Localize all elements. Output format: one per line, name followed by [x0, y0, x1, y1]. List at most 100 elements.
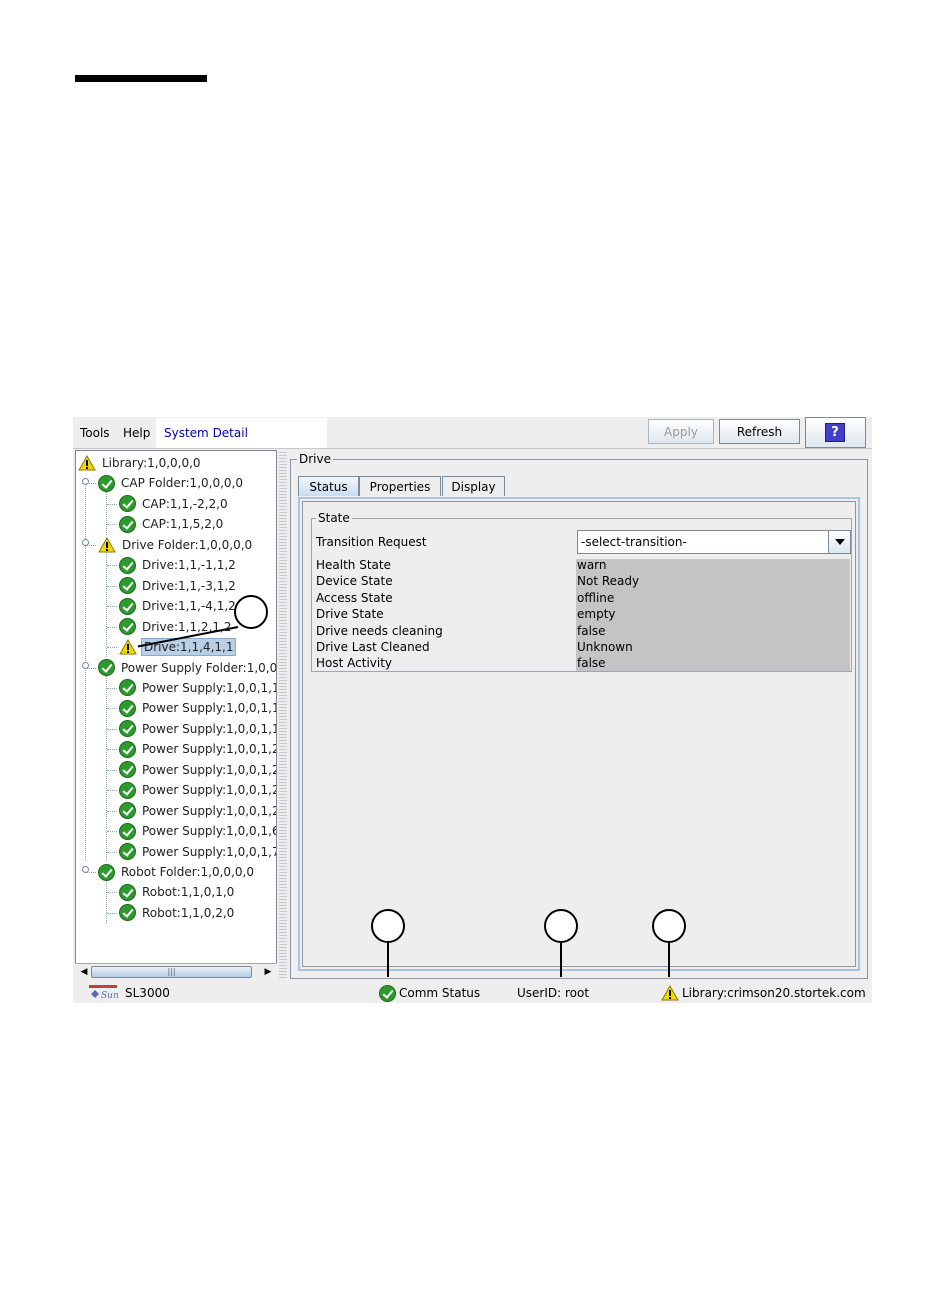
callout-3 [544, 909, 578, 943]
tree-node[interactable]: Power Supply:1,0,0,1,6 [107, 821, 277, 841]
ok-icon [98, 863, 115, 881]
tree-node-label: Robot:1,1,0,2,0 [142, 905, 235, 920]
status-bar: Sun SL3000 Comm Status UserID: root Libr… [73, 983, 872, 1003]
tree-node[interactable]: CAP Folder:1,0,0,0,0 [86, 473, 245, 493]
state-row-value: offline [577, 590, 615, 605]
tree-node[interactable]: Power Supply:1,0,0,1,24 [107, 760, 277, 780]
drive-panel: Drive Status Properties Display State Tr… [290, 452, 868, 979]
tree-node[interactable]: Power Supply:1,0,0,1,27 [107, 780, 277, 800]
chevron-down-icon[interactable] [828, 531, 850, 553]
tree-node-label: Power Supply Folder:1,0,0,0, [121, 660, 277, 675]
tree-node[interactable]: Drive:1,1,2,1,2 [107, 617, 233, 637]
state-row-value: false [577, 623, 606, 638]
callout-3-leader [560, 943, 562, 977]
state-row-label: Drive State [316, 607, 384, 622]
tree-node-label: Power Supply:1,0,0,1,24 [142, 762, 277, 777]
tree-node[interactable]: CAP:1,1,5,2,0 [107, 514, 225, 534]
app-window: Tools Help System Detail Apply Refresh ?… [73, 417, 872, 1003]
comm-status[interactable]: Comm Status [399, 986, 480, 1000]
tree-node-label: CAP:1,1,-2,2,0 [142, 496, 228, 511]
tree-node[interactable]: CAP:1,1,-2,2,0 [107, 494, 230, 514]
tree-node-label: Power Supply:1,0,0,1,27 [142, 783, 277, 798]
state-row-value: Unknown [577, 640, 633, 654]
tree-node[interactable]: Power Supply Folder:1,0,0,0, [86, 658, 277, 678]
menu-system-detail[interactable]: System Detail [156, 418, 327, 448]
ok-icon [119, 515, 136, 533]
tree-node-label: Drive:1,1,-1,1,2 [142, 558, 236, 573]
tree-node[interactable]: Drive:1,1,4,1,1 [107, 637, 237, 657]
tree-node-label: Robot Folder:1,0,0,0,0 [121, 865, 254, 879]
tree-node-label: Power Supply:1,0,0,1,6 [142, 824, 277, 839]
tree-node-label: Power Supply:1,0,0,1,29 [142, 803, 277, 818]
ok-icon [119, 822, 136, 840]
state-row-label: Health State [316, 558, 391, 572]
tree-node[interactable]: Drive:1,1,-1,1,2 [107, 555, 238, 575]
tree-node-label: Power Supply:1,0,0,1,1 [142, 680, 277, 695]
tree-node[interactable]: Power Supply:1,0,0,1,29 [107, 801, 277, 821]
library-status[interactable]: Library:crimson20.stortek.com [682, 986, 866, 1000]
ok-icon [119, 577, 136, 595]
help-button[interactable]: ? [805, 417, 866, 448]
callout-4 [652, 909, 686, 943]
tree-node[interactable]: Robot:1,1,0,1,0 [107, 882, 236, 902]
tree-node[interactable]: Power Supply:1,0,0,1,23 [107, 739, 277, 759]
status-tab-content: State Transition Request -select-transit… [298, 497, 860, 971]
warning-icon [78, 455, 96, 471]
tree-node[interactable]: Robot:1,1,0,2,0 [107, 903, 236, 923]
scroll-left-icon[interactable]: ◀ [77, 966, 91, 978]
split-pane-divider[interactable] [279, 450, 287, 980]
tree-node[interactable]: Power Supply:1,0,0,1,18 [107, 719, 277, 739]
state-group: State Transition Request -select-transit… [311, 511, 852, 672]
tree-node[interactable]: Library:1,0,0,0,0 [78, 453, 203, 473]
tree-node[interactable]: Power Supply:1,0,0,1,7 [107, 842, 277, 862]
state-row-value: Not Ready [577, 574, 640, 589]
panel-title: Drive [297, 452, 333, 466]
tree-horizontal-scrollbar[interactable]: ◀ ||| ▶ [75, 963, 277, 980]
tree-node[interactable]: Drive:1,1,-3,1,2 [107, 576, 238, 596]
state-row-label: Access State [316, 590, 393, 605]
tree-node[interactable]: Robot Folder:1,0,0,0,0 [86, 862, 256, 882]
tree-node-label: CAP:1,1,5,2,0 [142, 517, 224, 532]
ok-icon [119, 597, 136, 615]
page-header-bar [75, 75, 207, 82]
scroll-thumb[interactable]: ||| [91, 966, 252, 978]
ok-icon [119, 699, 136, 717]
state-row-value: warn [577, 558, 607, 572]
ok-icon [119, 618, 136, 636]
scroll-right-icon[interactable]: ▶ [261, 966, 275, 978]
tree-node-label: CAP Folder:1,0,0,0,0 [121, 476, 243, 491]
menu-tools[interactable]: Tools [80, 426, 110, 440]
refresh-button[interactable]: Refresh [719, 419, 800, 444]
ok-icon [119, 883, 136, 901]
transition-request-value: -select-transition- [581, 535, 687, 549]
tree-node-label: Power Supply:1,0,0,1,17 [142, 701, 277, 716]
tree-node[interactable]: Drive Folder:1,0,0,0,0 [86, 535, 254, 555]
user-id: UserID: root [517, 986, 590, 1000]
apply-button[interactable]: Apply [648, 419, 714, 444]
help-icon: ? [825, 423, 845, 442]
tab-display[interactable]: Display [442, 476, 505, 496]
warning-icon [98, 536, 116, 553]
tree-node[interactable]: Power Supply:1,0,0,1,17 [107, 698, 277, 718]
state-row-label: Device State [316, 574, 393, 589]
tree-node[interactable]: Drive:1,1,-4,1,2 [107, 596, 238, 616]
tree-node[interactable]: Power Supply:1,0,0,1,1 [107, 678, 277, 698]
state-row-label: Drive needs cleaning [316, 623, 443, 638]
sun-logo-icon: Sun [89, 985, 119, 1001]
ok-icon [119, 802, 136, 820]
svg-text:Sun: Sun [101, 991, 119, 1001]
ok-icon [119, 740, 136, 758]
tree-node-label: Drive:1,1,4,1,1 [141, 638, 237, 657]
tab-properties[interactable]: Properties [359, 476, 441, 496]
tree-node-label: Power Supply:1,0,0,1,23 [142, 742, 277, 757]
menu-help[interactable]: Help [123, 426, 150, 440]
device-tree[interactable]: Library:1,0,0,0,0 CAP Folder:1,0,0,0,0 CAP… [75, 450, 277, 980]
state-row-label: Drive Last Cleaned [316, 640, 430, 654]
ok-icon [119, 904, 136, 922]
state-row-value: false [577, 656, 606, 671]
tab-status[interactable]: Status [298, 476, 359, 496]
ok-icon [119, 843, 136, 861]
transition-request-select[interactable]: -select-transition- [577, 530, 851, 554]
tree-node-label: Power Supply:1,0,0,1,7 [142, 844, 277, 859]
tree-node-label: Power Supply:1,0,0,1,18 [142, 721, 277, 736]
